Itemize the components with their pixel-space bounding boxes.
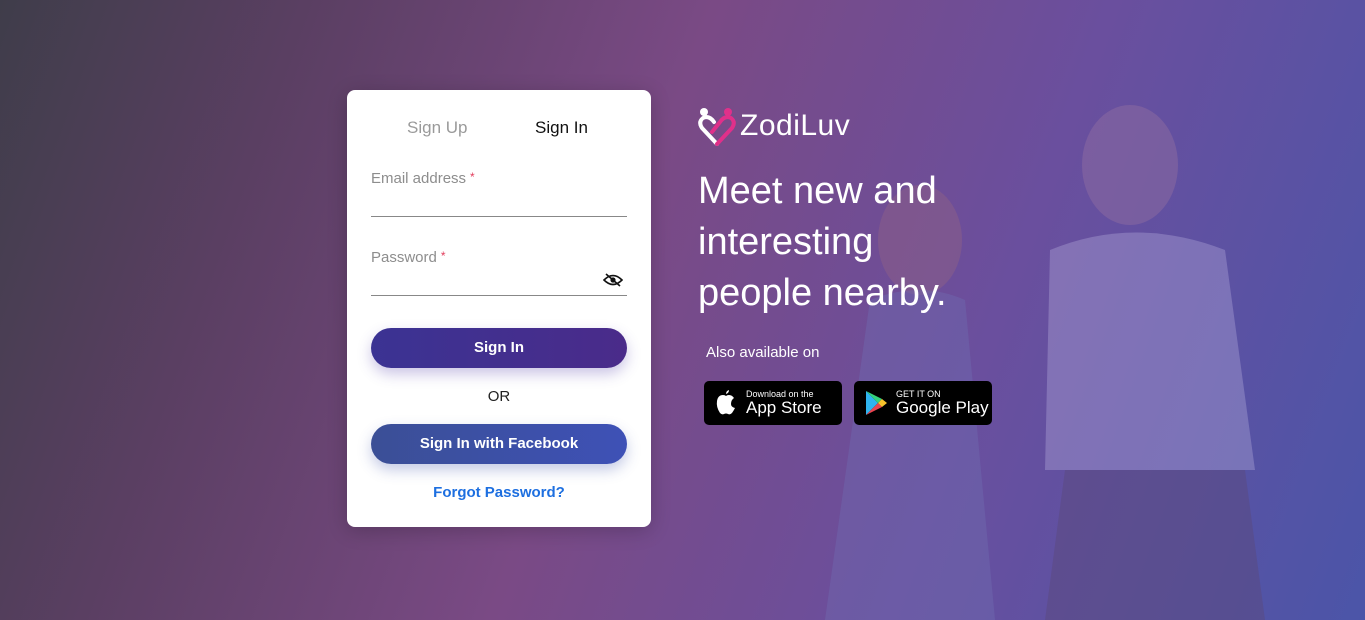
headline-line: Meet new and xyxy=(698,170,937,212)
brand-logo: ZodiLuv xyxy=(698,104,850,148)
password-input[interactable] xyxy=(371,269,595,295)
apple-icon xyxy=(716,390,735,415)
password-field-group: Password * xyxy=(371,249,627,297)
app-store-big-text: App Store xyxy=(746,398,822,417)
auth-tabs: Sign Up Sign In xyxy=(347,118,651,138)
eye-slash-icon[interactable] xyxy=(603,273,623,287)
also-available-text: Also available on xyxy=(706,344,820,361)
required-marker: * xyxy=(470,170,475,184)
app-store-button[interactable]: Download on the App Store xyxy=(704,381,842,425)
sign-in-button[interactable]: Sign In xyxy=(371,328,627,368)
required-marker: * xyxy=(440,249,446,263)
google-play-big-text: Google Play xyxy=(896,398,989,417)
facebook-sign-in-button[interactable]: Sign In with Facebook xyxy=(371,424,627,464)
auth-card: Sign Up Sign In Email address * Password *… xyxy=(347,90,651,527)
hero-headline: Meet new and interesting people nearby. xyxy=(698,166,1038,319)
forgot-password-link[interactable]: Forgot Password? xyxy=(347,484,651,501)
google-play-button[interactable]: GET IT ON Google Play xyxy=(854,381,992,425)
password-label: Password * xyxy=(371,249,446,266)
zodiluv-logo-icon xyxy=(698,108,736,146)
email-input[interactable] xyxy=(371,190,595,216)
headline-line: people nearby. xyxy=(698,272,947,314)
email-label: Email address * xyxy=(371,170,475,187)
email-field-group: Email address * xyxy=(371,170,627,218)
email-underline xyxy=(371,216,627,217)
headline-line: interesting xyxy=(698,221,874,263)
tab-sign-in[interactable]: Sign In xyxy=(535,118,588,138)
tab-sign-up[interactable]: Sign Up xyxy=(407,118,467,138)
or-divider: OR xyxy=(487,388,511,405)
google-play-icon xyxy=(866,391,887,415)
brand-name: ZodiLuv xyxy=(740,109,851,142)
password-underline xyxy=(371,295,627,296)
